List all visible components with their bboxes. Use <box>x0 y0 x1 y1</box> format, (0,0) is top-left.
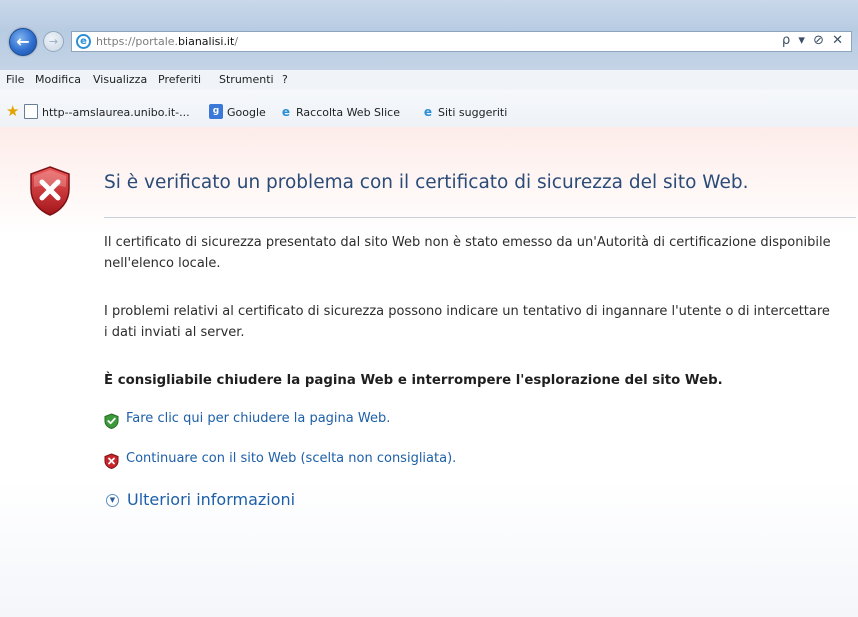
favorite-item-google[interactable]: Google <box>227 106 266 119</box>
address-bar[interactable]: e https://portale.bianalisi.it/ ρ ▾ ⊘ ✕ <box>71 31 852 52</box>
chevron-down-icon: ▼ <box>106 494 119 507</box>
shield-error-icon <box>30 166 70 216</box>
more-info-label[interactable]: Ulteriori informazioni <box>127 490 295 509</box>
forward-arrow-icon: → <box>48 35 59 48</box>
menu-file[interactable]: File <box>6 73 24 86</box>
risk-paragraph: I problemi relativi al certificato di si… <box>104 304 830 340</box>
url-protocol: https://portale. <box>96 35 179 48</box>
menu-help[interactable]: ? <box>282 73 288 86</box>
page-content: Si è verificato un problema con il certi… <box>0 127 858 617</box>
url-domain: bianalisi.it <box>178 35 235 48</box>
address-tools[interactable]: ρ ▾ ⊘ ✕ <box>782 33 845 48</box>
favorite-item-siti-suggeriti[interactable]: Siti suggeriti <box>438 106 507 119</box>
explanation-paragraph: Il certificato di sicurezza presentato d… <box>104 235 831 271</box>
favorite-item-web-slice[interactable]: Raccolta Web Slice <box>296 106 400 119</box>
continue-site-link-label[interactable]: Continuare con il sito Web (scelta non c… <box>126 451 456 466</box>
browser-toolbar: ← → e https://portale.bianalisi.it/ ρ ▾ … <box>0 0 858 70</box>
forward-button[interactable]: → <box>43 31 64 52</box>
menu-bar: File Modifica Visualizza Preferiti Strum… <box>0 70 858 91</box>
green-shield-check-icon <box>104 413 119 429</box>
menu-modifica[interactable]: Modifica <box>35 73 81 86</box>
menu-strumenti[interactable]: Strumenti <box>219 73 274 86</box>
back-arrow-icon: ← <box>16 32 30 51</box>
url-path: / <box>234 35 239 48</box>
red-shield-x-icon <box>104 453 119 469</box>
favorite-item-amslaurea[interactable]: http--amslaurea.unibo.it-... <box>42 106 190 119</box>
back-button[interactable]: ← <box>9 28 37 56</box>
google-icon: g <box>209 104 223 119</box>
favorites-star-icon[interactable]: ★ <box>6 104 19 119</box>
menu-preferiti[interactable]: Preferiti <box>158 73 201 86</box>
page-icon <box>24 104 38 119</box>
close-page-link-label[interactable]: Fare clic qui per chiudere la pagina Web… <box>126 411 390 426</box>
title-divider <box>104 217 856 218</box>
page-title: Si è verificato un problema con il certi… <box>104 172 749 193</box>
ie-icon: e <box>423 104 433 119</box>
menu-visualizza[interactable]: Visualizza <box>93 73 147 86</box>
ie-page-icon: e <box>76 34 91 49</box>
recommendation-text: È consigliabile chiudere la pagina Web e… <box>104 373 723 388</box>
ie-icon: e <box>281 104 291 119</box>
url-text[interactable]: https://portale.bianalisi.it/ <box>96 35 238 48</box>
